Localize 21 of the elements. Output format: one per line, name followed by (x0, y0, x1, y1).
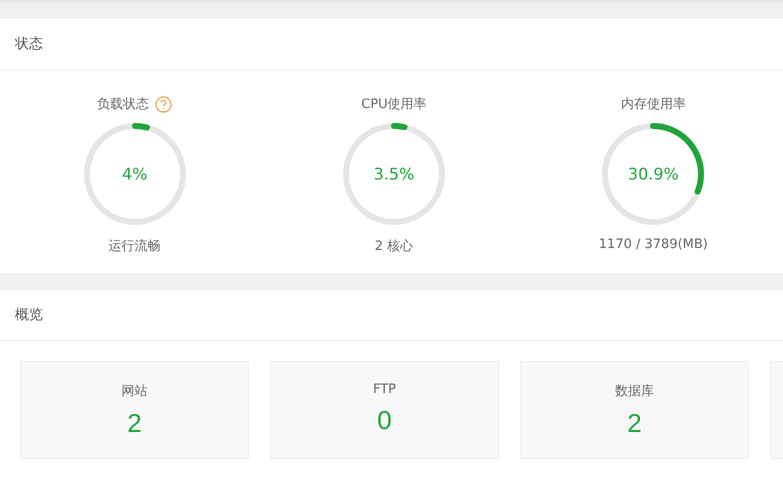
card-value: 0 (377, 405, 392, 436)
gauge-caption: 运行流畅 (108, 238, 161, 255)
overview-card[interactable]: 网站 2 (20, 361, 249, 459)
help-icon[interactable] (155, 96, 172, 112)
card-label: 网站 (122, 383, 148, 400)
gauge-value: 4% (122, 164, 148, 184)
overview-card[interactable]: 数据库 2 (520, 361, 749, 459)
panel-title: 概览 (15, 306, 43, 324)
overview-card[interactable]: FTP 0 (270, 361, 499, 459)
card-value: 2 (627, 408, 642, 439)
gauge-value: 30.9% (628, 164, 679, 184)
card-value: 2 (127, 408, 142, 439)
panel-title: 状态 (15, 35, 43, 53)
card-label: 数据库 (615, 383, 654, 400)
gauge-label: 负载状态 (97, 96, 150, 113)
gauge-value: 3.5% (374, 164, 414, 184)
gauge-caption: 2 核心 (374, 238, 414, 255)
gauge-caption: 1170 / 3789(MB) (598, 237, 708, 252)
gauge-label: CPU使用率 (361, 96, 427, 113)
gauge-label: 内存使用率 (620, 96, 686, 113)
card-label: FTP (372, 382, 396, 397)
